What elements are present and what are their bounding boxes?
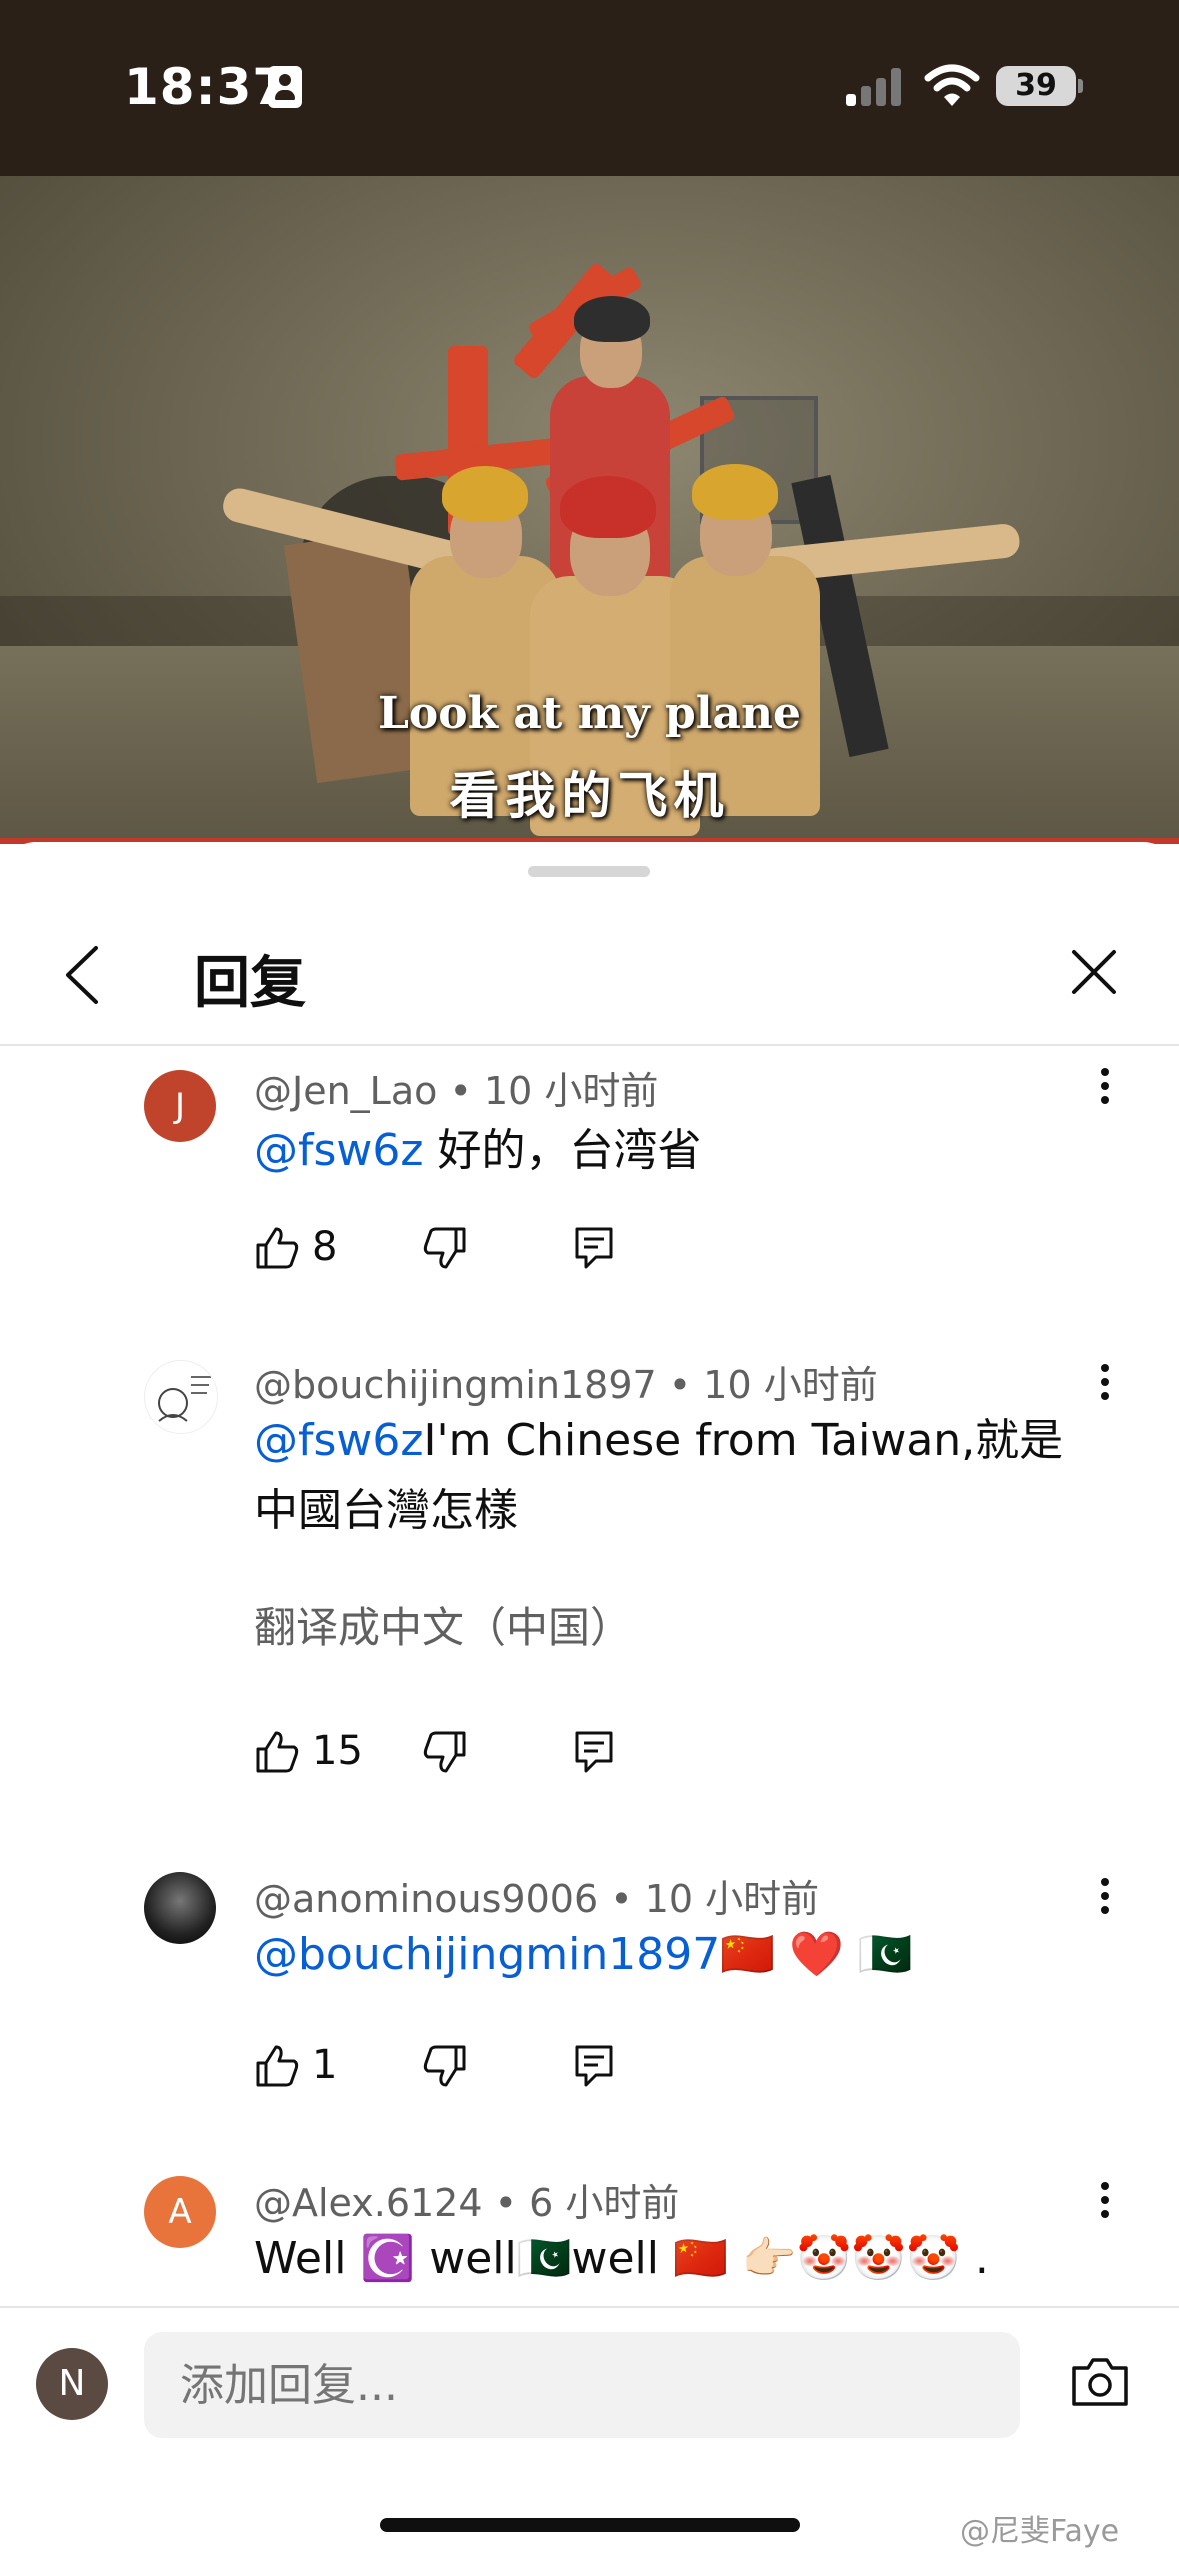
sketch-avatar-icon [158, 1376, 211, 1422]
more-options-icon[interactable] [1090, 1062, 1120, 1122]
comment-time: 10 小时前 [483, 1069, 659, 1113]
watermark: @尼斐Faye [960, 2514, 1120, 2549]
comment-author[interactable]: @anominous9006 [254, 1877, 598, 1921]
reply-input[interactable] [144, 2332, 1020, 2438]
comment-body: 好的，台湾省 [423, 1125, 702, 1176]
reply-icon[interactable] [574, 1218, 614, 1278]
mention-link[interactable]: @fsw6z [254, 1125, 424, 1176]
subtitle-english: Look at my plane [377, 688, 801, 739]
reply-icon[interactable] [574, 2036, 614, 2096]
comment-time: 6 小时前 [529, 2181, 680, 2225]
comment-text: @fsw6zI'm Chinese from Taiwan,就是中國台灣怎樣 [254, 1406, 1094, 1546]
back-arrow-icon[interactable] [56, 940, 116, 1010]
reply-comment: @bouchijingmin1897 • 10 小时前 @fsw6zI'm Ch… [0, 1354, 1179, 1774]
sheet-title: 回复 [194, 951, 306, 1016]
battery-tip [1078, 79, 1083, 93]
avatar[interactable] [144, 1872, 216, 1944]
drag-handle[interactable] [528, 866, 650, 877]
dislike-icon[interactable] [422, 1722, 468, 1782]
sheet-header: 回复 [0, 902, 1179, 1046]
comment-text: @fsw6z 好的，台湾省 [254, 1116, 1094, 1186]
like-count: 15 [312, 1728, 363, 1774]
reply-composer: N @尼斐Faye [0, 2306, 1179, 2558]
dislike-icon[interactable] [422, 2036, 468, 2096]
like-count: 1 [312, 2042, 338, 2088]
like-icon[interactable] [254, 1218, 300, 1278]
close-icon[interactable] [1064, 942, 1124, 1002]
more-options-icon[interactable] [1090, 1872, 1120, 1932]
user-avatar[interactable]: N [36, 2348, 108, 2420]
camera-icon[interactable] [1068, 2352, 1132, 2412]
reply-comment: @anominous9006 • 10 小时前 @bouchijingmin18… [0, 1868, 1179, 2138]
comment-text: Well ☪️ well🇵🇰well 🇨🇳 👉🏻🤡🤡🤡 . [254, 2233, 989, 2284]
replies-sheet: 回复 J @Jen_Lao • 10 小时前 @fsw6z 好的，台湾省 8 @… [0, 842, 1179, 2558]
mention-link[interactable]: @bouchijingmin1897 [254, 1929, 720, 1980]
more-options-icon[interactable] [1090, 2176, 1120, 2236]
battery-indicator: 39 [996, 66, 1076, 106]
reply-comment: A @Alex.6124 • 6 小时前 Well ☪️ well🇵🇰well … [0, 2172, 1179, 2306]
status-bar: 18:37 39 [0, 0, 1179, 176]
id-card-icon [268, 66, 302, 108]
reply-comment: J @Jen_Lao • 10 小时前 @fsw6z 好的，台湾省 8 [0, 1050, 1179, 1350]
status-time: 18:37 [124, 58, 289, 116]
wifi-icon [924, 64, 980, 106]
comment-actions: 8 [254, 1218, 654, 1278]
meta-separator: • [668, 1363, 704, 1407]
like-count: 8 [312, 1224, 338, 1270]
avatar[interactable]: A [144, 2176, 216, 2248]
comment-author[interactable]: @bouchijingmin1897 [254, 1363, 657, 1407]
comment-author[interactable]: @Alex.6124 [254, 2181, 483, 2225]
like-icon[interactable] [254, 1722, 300, 1782]
comment-time: 10 小时前 [644, 1877, 820, 1921]
comment-time: 10 小时前 [703, 1363, 878, 1407]
comment-actions: 15 [254, 1722, 654, 1782]
reply-icon[interactable] [574, 1722, 614, 1782]
translate-link[interactable]: 翻译成中文（中国） [254, 1594, 632, 1655]
like-icon[interactable] [254, 2036, 300, 2096]
comment-actions: 1 [254, 2036, 654, 2096]
video-player[interactable]: Look at my plane 看我的飞机 [0, 176, 1179, 840]
subtitle-chinese: 看我的飞机 [449, 767, 730, 825]
home-indicator[interactable] [380, 2518, 800, 2532]
dislike-icon[interactable] [422, 1218, 468, 1278]
meta-separator: • [610, 1877, 645, 1921]
more-options-icon[interactable] [1090, 1358, 1120, 1418]
comment-body: 🇨🇳 ❤️ 🇵🇰 [720, 1929, 913, 1980]
comment-author[interactable]: @Jen_Lao [254, 1069, 437, 1113]
meta-separator: • [449, 1069, 484, 1113]
avatar[interactable] [144, 1360, 218, 1434]
comment-text: @bouchijingmin1897🇨🇳 ❤️ 🇵🇰 [254, 1920, 1094, 1990]
cellular-signal-icon [846, 66, 902, 106]
mention-link[interactable]: @fsw6z [254, 1415, 424, 1466]
meta-separator: • [494, 2181, 530, 2225]
avatar[interactable]: J [144, 1070, 216, 1142]
